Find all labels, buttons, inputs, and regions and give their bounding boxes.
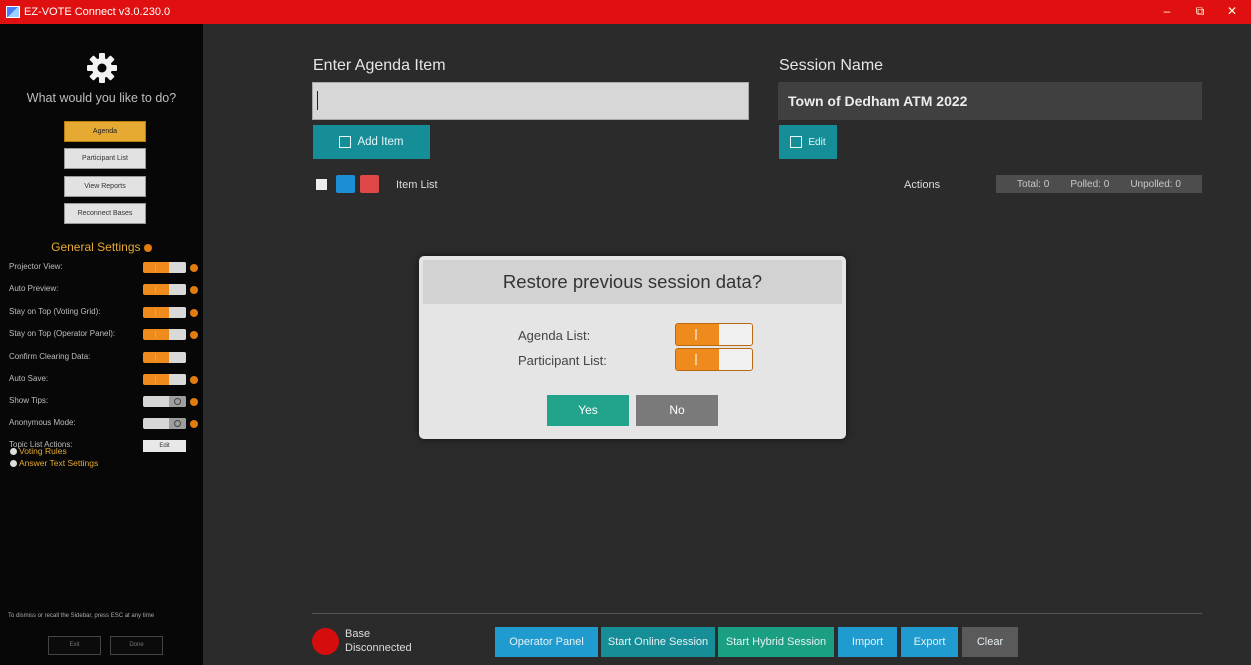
add-item-icon xyxy=(339,136,352,148)
info-icon[interactable] xyxy=(190,286,198,294)
setting-anonymous-mode: Anonymous Mode: xyxy=(9,418,199,430)
operator-panel-button[interactable]: Operator Panel xyxy=(495,627,598,657)
totals-bar: Total: 0 Polled: 0 Unpolled: 0 xyxy=(996,175,1202,193)
setting-show-tips: Show Tips: xyxy=(9,396,199,408)
nav-agenda-button[interactable]: Agenda xyxy=(64,121,146,142)
participant-list-toggle[interactable] xyxy=(675,348,753,371)
edit-icon xyxy=(790,136,803,148)
item-list-label: Item List xyxy=(396,179,438,191)
app-icon xyxy=(6,6,20,18)
start-hybrid-session-button[interactable]: Start Hybrid Session xyxy=(718,627,834,657)
delete-items-icon[interactable] xyxy=(360,175,379,193)
info-icon[interactable] xyxy=(190,331,198,339)
total-count: Total: 0 xyxy=(1017,178,1050,190)
gear-icon xyxy=(87,53,117,83)
setting-label: Anonymous Mode: xyxy=(9,418,76,427)
sidebar: What would you like to do? Agenda Partic… xyxy=(0,24,203,665)
setting-auto-preview: Auto Preview: xyxy=(9,284,199,296)
base-status-text: Base Disconnected xyxy=(345,627,412,655)
import-button[interactable]: Import xyxy=(838,627,897,657)
setting-label: Projector View: xyxy=(9,262,63,271)
session-name-label: Session Name xyxy=(779,57,884,74)
setting-label: Auto Save: xyxy=(9,374,49,383)
voting-rules-link[interactable]: Voting Rules xyxy=(10,446,67,456)
answer-text-settings-label: Answer Text Settings xyxy=(19,458,99,468)
start-online-session-button[interactable]: Start Online Session xyxy=(601,627,715,657)
stay-on-top-operator-panel-toggle[interactable] xyxy=(143,329,186,340)
agenda-list-toggle[interactable] xyxy=(675,323,753,346)
answer-text-settings-link[interactable]: Answer Text Settings xyxy=(10,458,98,468)
topic-list-edit-button[interactable]: Edit xyxy=(143,440,186,452)
yes-button[interactable]: Yes xyxy=(547,395,629,426)
nav-participant-list-button[interactable]: Participant List xyxy=(64,148,146,169)
confirm-clearing-data-toggle[interactable] xyxy=(143,352,186,363)
polled-count: Polled: 0 xyxy=(1070,178,1110,190)
edit-items-icon[interactable] xyxy=(336,175,355,193)
general-settings-title: General Settings xyxy=(0,240,203,254)
dialog-title: Restore previous session data? xyxy=(423,260,842,304)
unpolled-count: Unpolled: 0 xyxy=(1130,178,1181,190)
setting-label: Stay on Top (Operator Panel): xyxy=(9,329,116,338)
nav-view-reports-button[interactable]: View Reports xyxy=(64,176,146,197)
no-button[interactable]: No xyxy=(636,395,718,426)
auto-preview-toggle[interactable] xyxy=(143,284,186,295)
session-name-field[interactable]: Town of Dedham ATM 2022 xyxy=(778,82,1202,120)
edit-session-button[interactable]: Edit xyxy=(779,125,837,159)
text-cursor xyxy=(317,91,318,110)
setting-label: Show Tips: xyxy=(9,396,49,405)
clear-button[interactable]: Clear xyxy=(962,627,1018,657)
minimize-button[interactable]: – xyxy=(1152,0,1182,24)
expand-icon xyxy=(10,447,17,455)
general-settings-label: General Settings xyxy=(51,240,141,254)
expand-icon xyxy=(10,459,17,467)
edit-label: Edit xyxy=(808,136,826,148)
sidebar-hint: To dismiss or recall the Sidebar, press … xyxy=(8,613,155,619)
close-button[interactable]: ✕ xyxy=(1217,0,1247,24)
info-icon[interactable] xyxy=(190,264,198,272)
setting-label: Stay on Top (Voting Grid): xyxy=(9,307,101,316)
agenda-list-label: Agenda List: xyxy=(518,328,591,343)
export-button[interactable]: Export xyxy=(901,627,958,657)
item-list-header: Item List Actions Total: 0 Polled: 0 Unp… xyxy=(312,175,1202,195)
agenda-item-input[interactable] xyxy=(312,82,749,120)
select-all-checkbox[interactable] xyxy=(316,179,327,190)
base-status-line2: Disconnected xyxy=(345,642,412,654)
window-title: EZ-VOTE Connect v3.0.230.0 xyxy=(24,6,171,18)
setting-label: Auto Preview: xyxy=(9,284,59,293)
base-status-line1: Base xyxy=(345,628,371,640)
setting-stay-on-top-operator-panel: Stay on Top (Operator Panel): xyxy=(9,329,199,341)
info-icon[interactable] xyxy=(190,309,198,317)
participant-list-label: Participant List: xyxy=(518,353,607,368)
projector-view-toggle[interactable] xyxy=(143,262,186,273)
restore-session-dialog: Restore previous session data? Agenda Li… xyxy=(419,256,846,439)
exit-button[interactable]: Exit xyxy=(48,636,101,655)
info-icon[interactable] xyxy=(190,420,198,428)
add-item-label: Add Item xyxy=(357,136,404,148)
nav-reconnect-bases-button[interactable]: Reconnect Bases xyxy=(64,203,146,224)
auto-save-toggle[interactable] xyxy=(143,374,186,385)
setting-confirm-clearing-data: Confirm Clearing Data: xyxy=(9,352,199,364)
stay-on-top-voting-grid-toggle[interactable] xyxy=(143,307,186,318)
setting-projector-view: Projector View: xyxy=(9,262,199,274)
actions-label: Actions xyxy=(904,179,941,191)
show-tips-toggle[interactable] xyxy=(143,396,186,407)
info-icon[interactable] xyxy=(190,398,198,406)
voting-rules-label: Voting Rules xyxy=(19,446,67,456)
info-icon[interactable] xyxy=(143,243,152,252)
restore-button[interactable]: ⧉ xyxy=(1185,0,1215,24)
done-button[interactable]: Done xyxy=(110,636,163,655)
agenda-label: Enter Agenda Item xyxy=(313,57,446,74)
sidebar-prompt: What would you like to do? xyxy=(26,91,177,105)
bottom-divider xyxy=(312,613,1202,614)
anonymous-mode-toggle[interactable] xyxy=(143,418,186,429)
add-item-button[interactable]: Add Item xyxy=(313,125,430,159)
setting-auto-save: Auto Save: xyxy=(9,374,199,386)
title-bar: EZ-VOTE Connect v3.0.230.0 – ⧉ ✕ xyxy=(0,0,1251,24)
info-icon[interactable] xyxy=(190,376,198,384)
base-status-led xyxy=(312,628,339,655)
setting-stay-on-top-voting-grid: Stay on Top (Voting Grid): xyxy=(9,307,199,319)
setting-label: Confirm Clearing Data: xyxy=(9,352,91,361)
